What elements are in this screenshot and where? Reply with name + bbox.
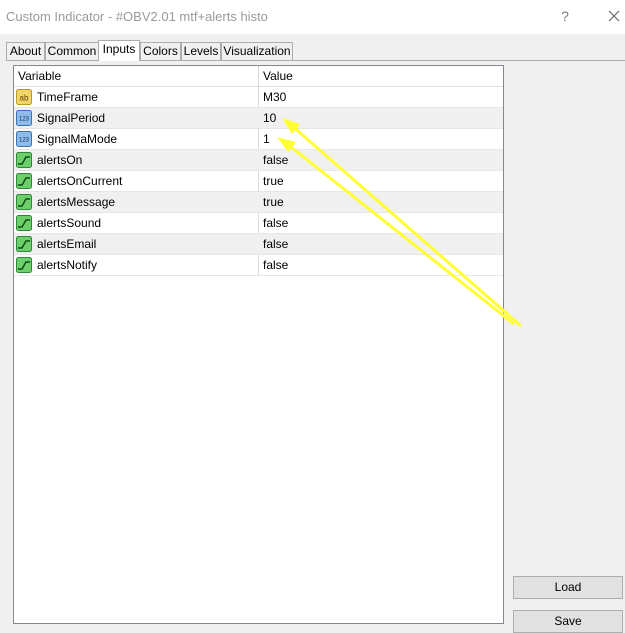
param-value[interactable]: 1 [263,132,270,146]
param-name: alertsOn [37,153,83,167]
param-row-alertsnotify[interactable]: alertsNotify false [14,255,503,276]
boolean-icon [16,257,32,273]
param-name: alertsSound [37,216,102,230]
param-value[interactable]: false [263,258,288,272]
param-row-signalmamode[interactable]: 123 SignalMaMode 1 [14,129,503,150]
param-value[interactable]: 10 [263,111,276,125]
save-button[interactable]: Save [513,610,623,633]
param-value[interactable]: true [263,174,284,188]
tab-colors[interactable]: Colors [140,42,181,60]
tab-levels[interactable]: Levels [181,42,221,60]
window-title: Custom Indicator - #OBV2.01 mtf+alerts h… [6,9,268,24]
close-icon [608,10,620,22]
param-row-timeframe[interactable]: ab TimeFrame M30 [14,87,503,108]
boolean-icon [16,152,32,168]
param-row-alertsoncurrent[interactable]: alertsOnCurrent true [14,171,503,192]
svg-text:123: 123 [19,117,30,123]
tab-common[interactable]: Common [45,42,99,60]
param-name: alertsMessage [37,195,116,209]
inputs-grid[interactable]: Variable Value ab TimeFrame M30 123 Sign… [13,65,504,624]
boolean-icon [16,236,32,252]
param-name: alertsEmail [37,237,97,251]
tab-visualization[interactable]: Visualization [221,42,293,60]
param-name: SignalPeriod [37,111,106,125]
header-value[interactable]: Value [263,69,293,83]
param-name: TimeFrame [37,90,98,104]
param-row-alertsemail[interactable]: alertsEmail false [14,234,503,255]
param-row-alertssound[interactable]: alertsSound false [14,213,503,234]
param-name: alertsNotify [37,258,98,272]
help-button[interactable]: ? [556,6,574,26]
param-name: alertsOnCurrent [37,174,123,188]
param-value[interactable]: false [263,216,288,230]
load-button[interactable]: Load [513,576,623,599]
param-value[interactable]: M30 [263,90,286,104]
tab-inputs[interactable]: Inputs [98,40,140,61]
header-variable[interactable]: Variable [18,69,61,83]
string-icon: ab [16,89,32,105]
param-row-alertsmessage[interactable]: alertsMessage true [14,192,503,213]
boolean-icon [16,173,32,189]
param-value[interactable]: false [263,153,288,167]
close-button[interactable] [604,6,624,26]
param-value[interactable]: true [263,195,284,209]
param-row-signalperiod[interactable]: 123 SignalPeriod 10 [14,108,503,129]
boolean-icon [16,215,32,231]
title-bar: Custom Indicator - #OBV2.01 mtf+alerts h… [0,0,625,34]
boolean-icon [16,194,32,210]
param-name: SignalMaMode [37,132,118,146]
param-row-alertson[interactable]: alertsOn false [14,150,503,171]
tab-about[interactable]: About [6,42,45,60]
svg-text:123: 123 [19,138,30,144]
integer-icon: 123 [16,110,32,126]
integer-icon: 123 [16,131,32,147]
svg-text:ab: ab [20,94,29,103]
param-value[interactable]: false [263,237,288,251]
